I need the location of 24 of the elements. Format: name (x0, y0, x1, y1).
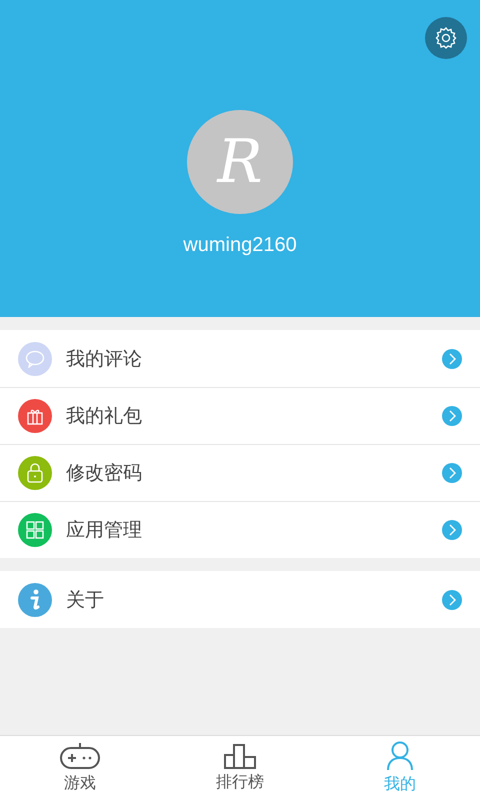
nav-tab[interactable]: 游戏 (0, 736, 160, 800)
lock-icon (26, 463, 44, 483)
menu-item[interactable]: 我的评论 (0, 330, 480, 387)
chevron-right-icon (442, 463, 462, 483)
info-icon (30, 588, 40, 610)
person-icon (386, 741, 414, 771)
bar-chart-icon (223, 743, 257, 769)
chevron-right-icon (442, 590, 462, 610)
menu-item[interactable]: 我的礼包 (0, 387, 480, 444)
chevron-right-icon (442, 348, 462, 368)
chevron-right-icon (442, 520, 462, 540)
menu-item[interactable]: 关于 (0, 571, 480, 628)
speech-bubble-icon (25, 350, 45, 368)
menu-item[interactable]: 应用管理 (0, 501, 480, 558)
settings-button[interactable] (425, 17, 467, 59)
nav-tab[interactable]: 排行榜 (160, 736, 320, 800)
chevron-right-icon (442, 406, 462, 426)
username: wuming2160 (183, 234, 297, 257)
menu-item[interactable]: 修改密码 (0, 444, 480, 501)
grid-icon (26, 521, 44, 539)
gift-icon (26, 407, 44, 425)
avatar-letter: R (217, 132, 263, 192)
gamepad-icon (59, 742, 101, 770)
settings-icon (434, 26, 458, 50)
